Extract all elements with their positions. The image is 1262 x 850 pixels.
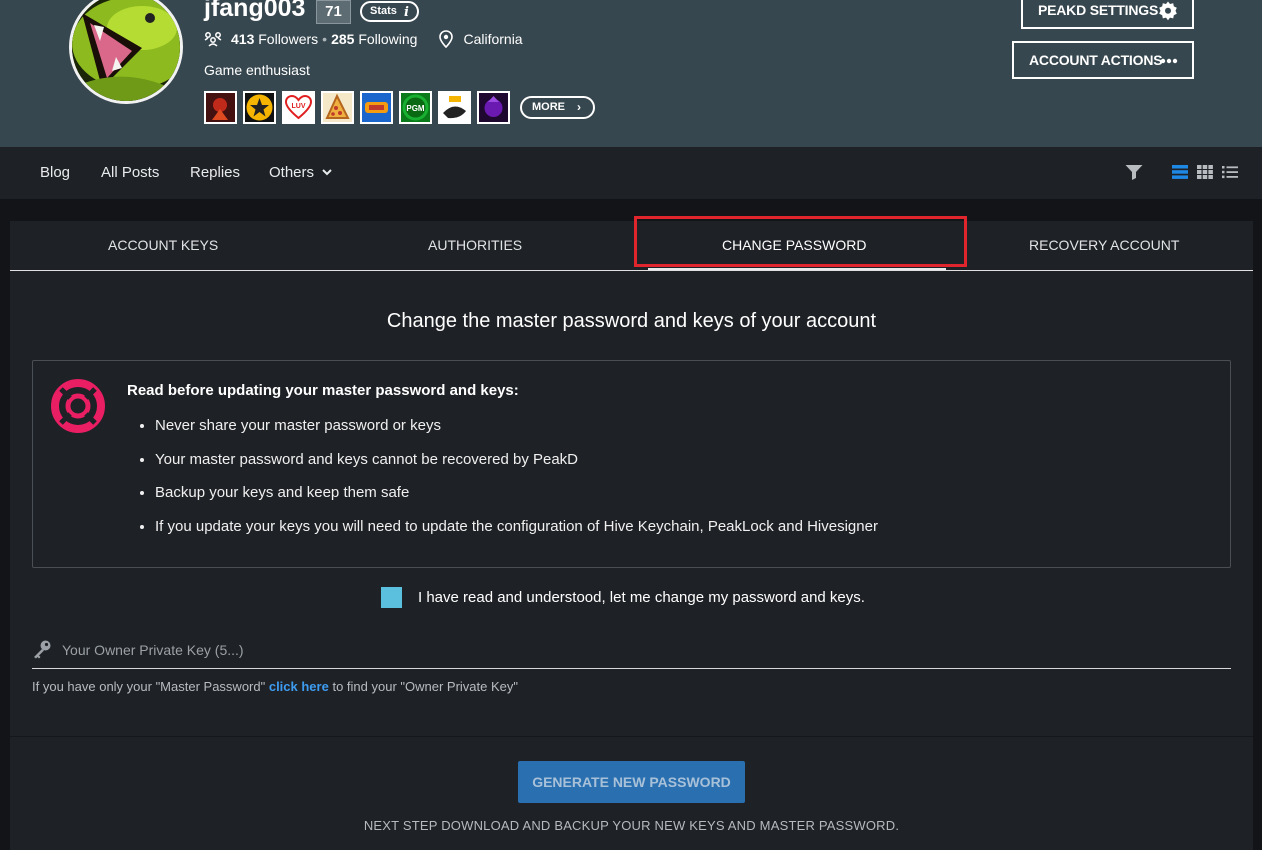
nav-others[interactable]: Others — [269, 164, 332, 181]
badge-2[interactable] — [243, 91, 276, 124]
stats-button[interactable]: Stats i — [360, 1, 419, 22]
reputation-badge: 71 — [316, 0, 351, 24]
tab-recovery-account[interactable]: RECOVERY ACCOUNT — [1029, 237, 1179, 253]
badge-pizza[interactable] — [321, 91, 354, 124]
badge-luv[interactable]: LUV — [282, 91, 315, 124]
notice-title: Read before updating your master passwor… — [127, 382, 519, 399]
list-item: If you update your keys you will need to… — [155, 516, 878, 550]
helper-text: If you have only your "Master Password" … — [32, 679, 518, 694]
follow-counts: 413 Followers • 285 Following California — [204, 30, 523, 48]
find-owner-key-link[interactable]: click here — [269, 679, 329, 694]
filter-icon[interactable] — [1125, 164, 1143, 180]
chevron-down-icon — [322, 169, 332, 176]
lifebuoy-icon — [51, 379, 105, 433]
more-badges-button[interactable]: MORE › — [520, 96, 595, 119]
agree-label: I have read and understood, let me chang… — [418, 589, 865, 606]
badge-list: LUV PGM MORE › — [204, 91, 595, 124]
view-tools — [1125, 164, 1238, 180]
keys-tabs: ACCOUNT KEYS AUTHORITIES CHANGE PASSWORD… — [10, 216, 1253, 271]
location-pin-icon — [439, 30, 454, 48]
generate-password-button[interactable]: GENERATE NEW PASSWORD — [518, 761, 745, 803]
stats-label: Stats — [370, 5, 397, 17]
owner-key-field — [32, 635, 1231, 669]
nav-replies[interactable]: Replies — [190, 164, 240, 181]
warning-notice: Read before updating your master passwor… — [32, 360, 1231, 568]
agree-checkbox[interactable] — [381, 587, 402, 608]
owner-private-key-input[interactable] — [62, 638, 1222, 662]
followers-icon — [204, 32, 222, 47]
info-icon: i — [404, 5, 409, 20]
gear-icon — [1159, 1, 1177, 21]
list-item: Backup your keys and keep them safe — [155, 482, 878, 516]
profile-bio: Game enthusiast — [204, 62, 310, 78]
badge-luv-text: LUV — [292, 103, 306, 110]
profile-header: jfang003 71 Stats i 413 Followers • 285 … — [0, 0, 1262, 147]
keys-panel: ACCOUNT KEYS AUTHORITIES CHANGE PASSWORD… — [10, 216, 1253, 850]
badge-pgm[interactable]: PGM — [399, 91, 432, 124]
divider — [10, 736, 1253, 737]
compact-list-icon[interactable] — [1222, 165, 1238, 179]
list-item: Never share your master password or keys — [155, 415, 878, 449]
badge-1[interactable] — [204, 91, 237, 124]
location: California — [439, 30, 523, 48]
account-actions-button[interactable]: ACCOUNT ACTIONS — [1012, 41, 1194, 79]
page-title: Change the master password and keys of y… — [386, 310, 877, 332]
highlight-annotation-box — [634, 216, 967, 267]
avatar[interactable] — [69, 0, 183, 104]
list-view-icon[interactable] — [1172, 165, 1188, 179]
nav-blog[interactable]: Blog — [40, 164, 70, 181]
followers-link[interactable]: 413 Followers — [231, 31, 318, 47]
chevron-right-icon: › — [577, 100, 581, 114]
badge-pgm-text: PGM — [406, 104, 425, 113]
peakd-settings-button[interactable]: PEAKD SETTINGS — [1021, 0, 1194, 29]
active-tab-indicator — [648, 268, 946, 270]
more-horizontal-icon — [1160, 58, 1178, 64]
badge-7[interactable] — [438, 91, 471, 124]
grid-view-icon[interactable] — [1197, 165, 1213, 179]
badge-8[interactable] — [477, 91, 510, 124]
profile-nav: Blog All Posts Replies Others — [0, 147, 1262, 199]
agree-checkbox-row[interactable]: I have read and understood, let me chang… — [381, 587, 865, 608]
nav-all-posts[interactable]: All Posts — [101, 164, 159, 181]
next-step-text: NEXT STEP DOWNLOAD AND BACKUP YOUR NEW K… — [363, 818, 900, 833]
list-item: Your master password and keys cannot be … — [155, 449, 878, 483]
username: jfang003 — [204, 0, 306, 22]
tab-account-keys[interactable]: ACCOUNT KEYS — [108, 237, 218, 253]
tab-authorities[interactable]: AUTHORITIES — [428, 237, 522, 253]
following-link[interactable]: 285 Following — [331, 31, 417, 47]
badge-5[interactable] — [360, 91, 393, 124]
notice-list: Never share your master password or keys… — [155, 415, 878, 549]
key-icon — [34, 640, 51, 659]
